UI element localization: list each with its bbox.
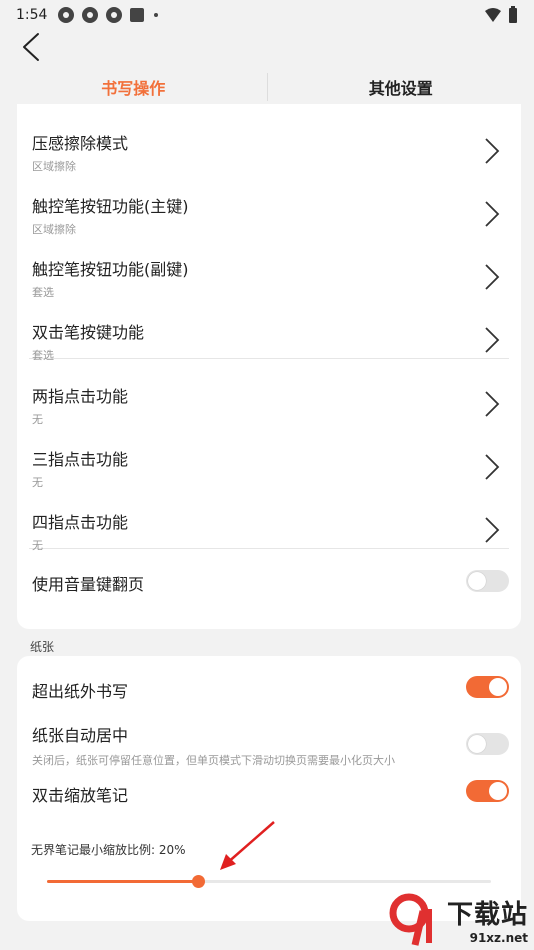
paper-settings-card: 超出纸外书写 纸张自动居中 关闭后，纸张可停留任意位置，但单页模式下滑动切换页需… — [17, 656, 521, 921]
settings-tabs: 书写操作 其他设置 — [0, 68, 534, 106]
toggle-knob — [489, 782, 507, 800]
chevron-right-icon — [485, 264, 500, 290]
notification-icon-1 — [58, 7, 75, 23]
setting-title: 三指点击功能 — [32, 450, 129, 469]
setting-write-outside: 超出纸外书写 — [17, 656, 521, 714]
watermark-text: 下载站 91xz.net — [447, 894, 528, 945]
tab-other-settings[interactable]: 其他设置 — [268, 75, 534, 99]
watermark-url: 91xz.net — [469, 930, 528, 945]
toggle-knob — [489, 678, 507, 696]
notification-icon-3 — [106, 7, 123, 23]
status-bar: 1:54 — [0, 0, 534, 30]
annotation-arrow-icon — [220, 821, 275, 870]
setting-volume-page-turn: 使用音量键翻页 — [17, 549, 521, 614]
back-button[interactable] — [14, 30, 48, 64]
chevron-right-icon — [485, 327, 500, 353]
double-tap-zoom-toggle[interactable] — [466, 780, 509, 802]
setting-title: 触控笔按钮功能(主键) — [32, 197, 189, 216]
setting-two-finger-tap[interactable]: 两指点击功能 无 — [17, 359, 521, 426]
auto-center-toggle[interactable] — [466, 733, 509, 755]
setting-three-finger-tap[interactable]: 三指点击功能 无 — [17, 422, 521, 489]
chevron-right-icon — [485, 517, 500, 543]
setting-title: 双击笔按键功能 — [32, 323, 145, 342]
status-right — [484, 6, 518, 24]
watermark: 下载站 91xz.net — [364, 888, 534, 950]
setting-title: 双击缩放笔记 — [32, 786, 129, 805]
setting-title: 使用音量键翻页 — [32, 575, 145, 594]
setting-title: 超出纸外书写 — [32, 682, 129, 701]
chevron-right-icon — [485, 391, 500, 417]
slider-fill — [47, 880, 198, 883]
writing-settings-card: 压感擦除模式 区域擦除 触控笔按钮功能(主键) 区域擦除 触控笔按钮功能(副键)… — [17, 104, 521, 629]
status-time: 1:54 — [16, 7, 48, 23]
setting-description: 关闭后，纸张可停留任意位置，但单页模式下滑动切换页需要最小化页大小 — [32, 754, 395, 767]
notification-icons — [57, 6, 161, 24]
write-outside-toggle[interactable] — [466, 676, 509, 698]
chevron-right-icon — [485, 454, 500, 480]
toggle-knob — [468, 735, 486, 753]
paper-section-label: 纸张 — [30, 640, 55, 654]
setting-four-finger-tap[interactable]: 四指点击功能 无 — [17, 485, 521, 552]
battery-icon — [509, 6, 517, 23]
setting-stylus-primary[interactable]: 触控笔按钮功能(主键) 区域擦除 — [17, 169, 521, 236]
chevron-right-icon — [485, 138, 500, 164]
tab-writing[interactable]: 书写操作 — [0, 75, 267, 99]
setting-auto-center: 纸张自动居中 关闭后，纸张可停留任意位置，但单页模式下滑动切换页需要最小化页大小 — [17, 714, 521, 778]
setting-title: 压感擦除模式 — [32, 134, 129, 153]
watermark-title: 下载站 — [446, 899, 528, 930]
chevron-right-icon — [485, 201, 500, 227]
wifi-icon — [485, 8, 501, 22]
setting-title: 两指点击功能 — [32, 387, 129, 406]
notification-icon-4 — [130, 8, 145, 22]
watermark-logo-icon — [389, 893, 432, 946]
setting-title: 触控笔按钮功能(副键) — [32, 260, 189, 279]
setting-double-tap-pen[interactable]: 双击笔按键功能 套选 — [17, 295, 521, 362]
slider-thumb[interactable] — [191, 875, 205, 888]
setting-stylus-secondary[interactable]: 触控笔按钮功能(副键) 套选 — [17, 232, 521, 299]
volume-page-turn-toggle[interactable] — [466, 570, 509, 592]
setting-title: 四指点击功能 — [32, 513, 129, 532]
min-zoom-label: 无界笔记最小缩放比例: 20% — [31, 843, 186, 857]
setting-title: 纸张自动居中 — [32, 726, 129, 745]
notification-icon-2 — [82, 7, 99, 23]
more-dot-icon — [154, 13, 159, 17]
setting-pressure-erase[interactable]: 压感擦除模式 区域擦除 — [17, 106, 521, 173]
back-arrow-icon — [23, 33, 39, 61]
min-zoom-slider[interactable] — [47, 875, 491, 888]
toggle-knob — [468, 572, 486, 590]
